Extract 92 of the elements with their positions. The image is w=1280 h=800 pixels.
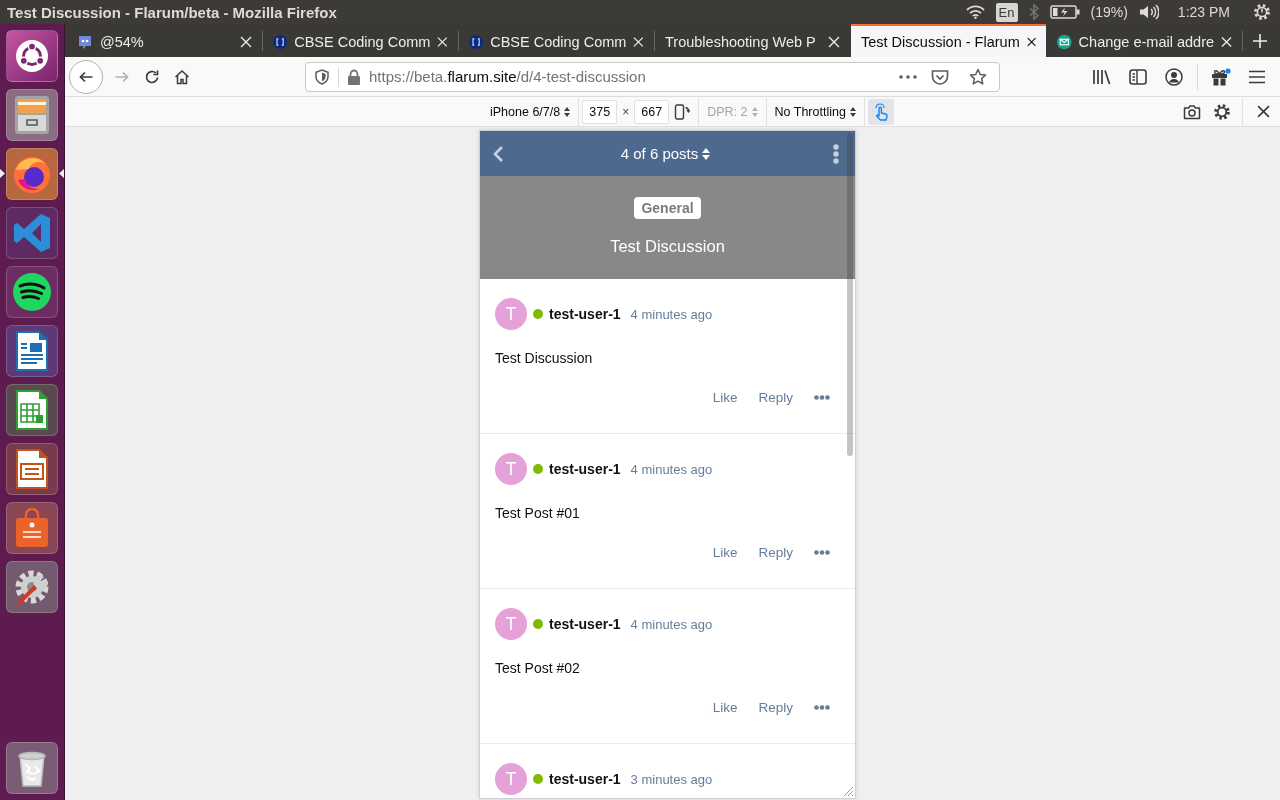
circle-emblem-icon: [469, 33, 484, 50]
browser-tab[interactable]: CBSE Coding Comm: [459, 24, 654, 57]
page-actions-button[interactable]: [899, 74, 917, 79]
power-icon[interactable]: [1253, 3, 1271, 21]
up-down-caret-icon: [564, 106, 571, 117]
touch-simulation-button[interactable]: [867, 98, 894, 125]
resize-grip-icon[interactable]: [842, 785, 854, 797]
camera-icon: [1183, 103, 1201, 120]
account-icon: [1165, 67, 1183, 86]
document-icon[interactable]: [6, 325, 58, 377]
post-time[interactable]: 3 minutes ago: [630, 771, 713, 787]
home-icon: [174, 68, 190, 85]
pocket-icon: [931, 68, 949, 85]
back-button[interactable]: [69, 59, 103, 94]
more-icon: [814, 549, 830, 555]
post-position-button[interactable]: 4 of 6 posts: [620, 145, 711, 162]
url-field[interactable]: https://beta.flarum.site/d/4-test-discussion: [305, 61, 1000, 92]
more-icon: [814, 704, 830, 710]
sound-waves-icon[interactable]: [6, 266, 58, 318]
post-time[interactable]: 4 minutes ago: [630, 616, 713, 632]
battery-percent: (19%): [1090, 4, 1128, 20]
post-action-button[interactable]: Like: [712, 544, 738, 560]
wifi-icon[interactable]: [965, 5, 985, 19]
scrollbar-thumb[interactable]: [847, 133, 853, 456]
up-down-caret-icon: [849, 106, 856, 117]
shopping-bag-icon[interactable]: [6, 502, 58, 554]
back-button[interactable]: [492, 144, 504, 163]
reload-icon: [144, 68, 160, 85]
star-icon: [969, 67, 987, 86]
touch-hand-icon: [872, 102, 889, 121]
username[interactable]: test-user-1: [549, 616, 621, 632]
post-time[interactable]: 4 minutes ago: [630, 306, 713, 322]
post-action-button[interactable]: Like: [712, 699, 738, 715]
discussion-title: Test Discussion: [610, 237, 725, 256]
post-action-button[interactable]: Reply: [758, 699, 793, 715]
plus-icon: [1252, 32, 1268, 49]
window-title: Test Discussion - Flarum/beta - Mozilla Firefox: [7, 3, 337, 21]
width-input[interactable]: 375: [582, 99, 618, 124]
library-icon: [1092, 68, 1112, 85]
volume-icon[interactable]: [1138, 4, 1159, 20]
post-action-button[interactable]: Reply: [758, 389, 793, 405]
battery-icon[interactable]: [1049, 5, 1080, 19]
file-cabinet-icon[interactable]: [6, 89, 58, 141]
post-text: Test Post #01: [495, 504, 581, 523]
post-action-button[interactable]: Like: [712, 389, 738, 405]
gear-wrench-icon[interactable]: [6, 561, 58, 613]
keyboard-layout-indicator[interactable]: En: [995, 2, 1018, 22]
post-action-button[interactable]: Reply: [758, 544, 793, 560]
kebab-menu-icon: [833, 143, 839, 164]
circle-emblem-icon: [273, 33, 288, 50]
gift-icon: [1211, 67, 1231, 86]
menu-icon: [1248, 69, 1266, 84]
throttling-select[interactable]: No Throttling: [769, 99, 861, 124]
post-text: Test Post #02: [495, 659, 581, 678]
spreadsheet-icon[interactable]: [6, 384, 58, 436]
tag-label[interactable]: General: [634, 197, 701, 219]
more-button[interactable]: [833, 143, 839, 164]
rotate-device-icon: [674, 103, 691, 120]
close-icon[interactable]: [1256, 105, 1270, 118]
username[interactable]: test-user-1: [549, 771, 621, 787]
browser-tab[interactable]: Troubleshooting Web P: [655, 24, 850, 57]
close-icon[interactable]: [1026, 35, 1036, 48]
browser-tab[interactable]: CBSE Coding Comm: [263, 24, 458, 57]
username[interactable]: test-user-1: [549, 306, 621, 322]
more-icon: [814, 394, 830, 400]
device-select[interactable]: iPhone 6/7/8: [485, 99, 576, 124]
bluetooth-icon[interactable]: [1028, 4, 1039, 20]
height-input[interactable]: 667: [634, 99, 670, 124]
lock-icon: [347, 68, 361, 85]
fox-globe-icon[interactable]: [6, 148, 58, 200]
more-icon: [899, 74, 917, 79]
size-separator: ×: [622, 104, 630, 119]
presentation-icon[interactable]: [6, 443, 58, 495]
back-chevron-icon: [492, 144, 504, 163]
browser-tab[interactable]: @54%: [67, 24, 262, 57]
up-down-caret-icon: [751, 106, 758, 117]
shield-icon: [314, 68, 330, 85]
code-ribbon-icon[interactable]: [6, 207, 58, 259]
trash-icon[interactable]: [6, 742, 58, 794]
browser-tab[interactable]: Test Discussion - Flarum: [851, 24, 1046, 57]
sidebar-icon: [1129, 68, 1147, 85]
up-down-caret-icon: [702, 147, 711, 160]
browser-tab[interactable]: Change e-mail addre: [1047, 24, 1242, 57]
post-text: Test Discussion: [495, 349, 594, 368]
post-time[interactable]: 4 minutes ago: [630, 461, 713, 477]
chat-bubble-icon: [77, 33, 93, 50]
settings-icon: [1213, 102, 1231, 121]
username[interactable]: test-user-1: [549, 461, 621, 477]
clock-text[interactable]: 1:23 PM: [1177, 4, 1230, 20]
ring-logo-icon[interactable]: [6, 30, 58, 82]
dpr-select: DPR: 2: [702, 99, 763, 124]
circle-envelope-icon: [1057, 33, 1072, 50]
